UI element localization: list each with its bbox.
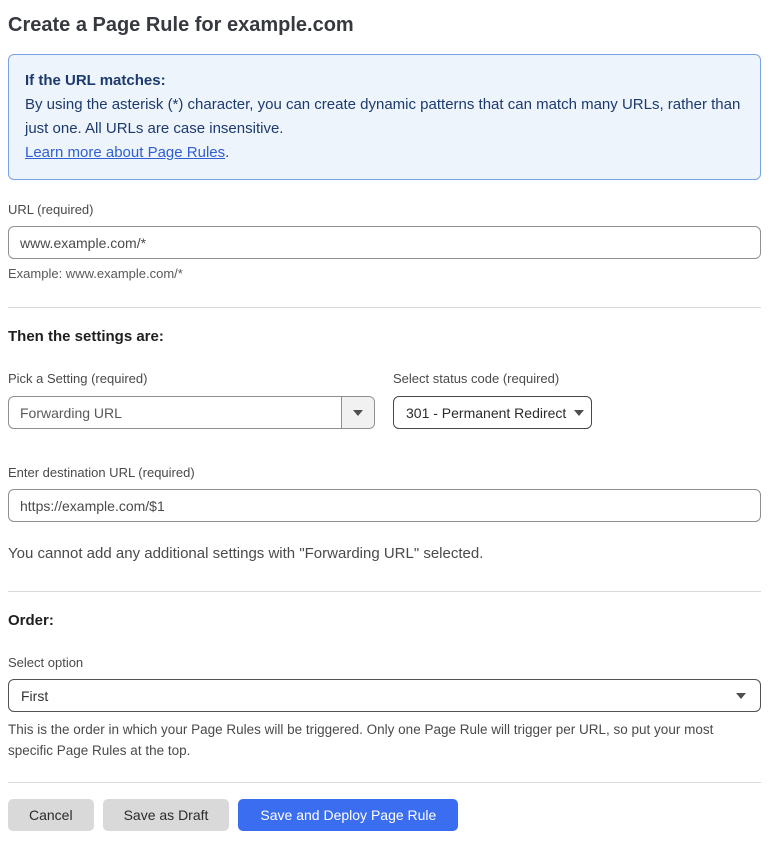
destination-field-label: Enter destination URL (required) (8, 465, 195, 480)
page-title: Create a Page Rule for example.com (8, 14, 354, 36)
destination-url-input[interactable] (8, 489, 761, 522)
settings-selects-row: Pick a Setting (required) Forwarding URL… (8, 371, 761, 429)
cancel-button[interactable]: Cancel (8, 799, 94, 831)
info-box-body: By using the asterisk (*) character, you… (25, 96, 741, 137)
save-and-deploy-button[interactable]: Save and Deploy Page Rule (238, 799, 459, 831)
setting-select-value: Forwarding URL (20, 404, 122, 421)
divider (8, 591, 761, 592)
link-period: . (225, 144, 230, 161)
form-actions: Cancel Save as Draft Save and Deploy Pag… (8, 799, 761, 831)
setting-select[interactable]: Forwarding URL (8, 396, 375, 429)
order-select[interactable]: First (8, 679, 761, 712)
setting-select-arrow-box[interactable] (341, 397, 374, 428)
chevron-down-icon (574, 409, 585, 416)
create-page-rule-form: Create a Page Rule for example.com If th… (0, 0, 769, 851)
divider (8, 307, 761, 308)
status-select-label: Select status code (required) (393, 371, 560, 386)
order-section-heading: Order: (8, 612, 54, 629)
chevron-down-icon (736, 692, 746, 699)
status-select-value: 301 - Permanent Redirect (406, 404, 567, 421)
setting-select-label: Pick a Setting (required) (8, 371, 148, 386)
info-box-heading: If the URL matches: (25, 72, 166, 89)
status-select-group: Select status code (required) 301 - Perm… (393, 371, 592, 429)
save-as-draft-button[interactable]: Save as Draft (102, 799, 230, 831)
url-field-help: Example: www.example.com/* (8, 266, 183, 281)
divider (8, 782, 761, 783)
status-code-select[interactable]: 301 - Permanent Redirect (393, 396, 592, 429)
settings-restriction-note: You cannot add any additional settings w… (8, 545, 484, 562)
setting-select-group: Pick a Setting (required) Forwarding URL (8, 371, 375, 429)
settings-section-heading: Then the settings are: (8, 328, 164, 345)
order-select-label: Select option (8, 655, 84, 670)
info-box-link-row: Learn more about Page Rules. (25, 141, 744, 165)
url-match-info-box: If the URL matches: By using the asteris… (8, 54, 761, 180)
url-input[interactable] (8, 226, 761, 259)
learn-more-link[interactable]: Learn more about Page Rules (25, 144, 225, 161)
order-help-text: This is the order in which your Page Rul… (8, 722, 714, 758)
url-field-label: URL (required) (8, 202, 94, 217)
order-select-value: First (21, 687, 49, 704)
chevron-down-icon (353, 409, 363, 416)
